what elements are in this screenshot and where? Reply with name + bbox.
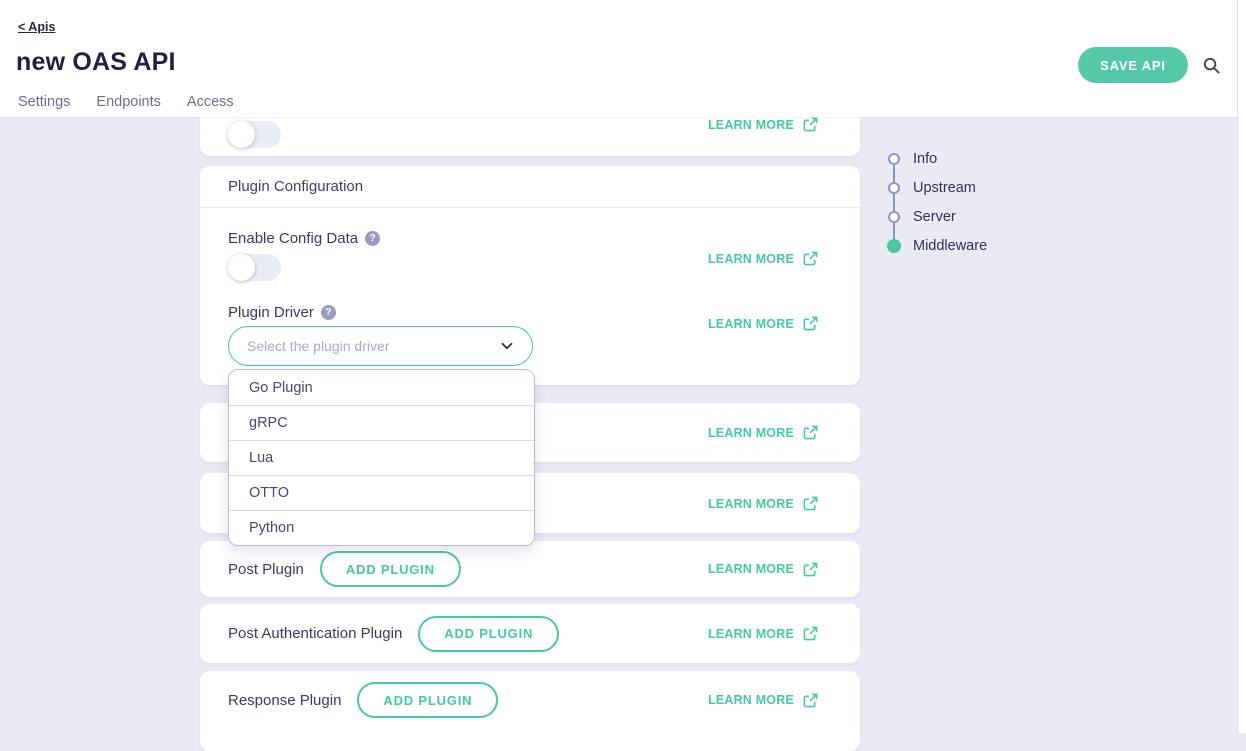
stepper-label: Server — [913, 209, 956, 225]
external-link-icon — [803, 496, 818, 511]
stepper-label: Middleware — [913, 238, 987, 254]
enable-config-data-label: Enable Config Data ? — [228, 230, 380, 247]
post-authentication-plugin-row: Post Authentication Plugin ADD PLUGIN LE… — [200, 604, 860, 663]
external-link-icon — [803, 425, 818, 440]
learn-more-link[interactable]: LEARN MORE — [708, 496, 818, 511]
add-plugin-button[interactable]: ADD PLUGIN — [320, 551, 461, 587]
plugin-driver-dropdown: Go Plugin gRPC Lua OTTO Python — [228, 369, 535, 546]
tab-bar: Settings Endpoints Access — [18, 94, 234, 110]
learn-more-label: LEARN MORE — [708, 627, 794, 641]
external-link-icon — [803, 626, 818, 641]
post-plugin-row: Post Plugin ADD PLUGIN LEARN MORE — [200, 541, 860, 597]
response-plugin-card: Response Plugin ADD PLUGIN LEARN MORE — [200, 671, 860, 751]
help-icon[interactable]: ? — [321, 305, 336, 320]
stepper-dot-wrap — [881, 182, 907, 194]
stepper-label: Info — [913, 151, 937, 167]
section-title: Plugin Configuration — [228, 178, 363, 195]
step-circle-icon — [888, 211, 900, 223]
external-link-icon — [803, 117, 818, 132]
stepper-dot-wrap — [881, 239, 907, 253]
add-plugin-button[interactable]: ADD PLUGIN — [418, 616, 559, 652]
dropdown-option-go-plugin[interactable]: Go Plugin — [229, 370, 534, 405]
post-authentication-plugin-card: Post Authentication Plugin ADD PLUGIN LE… — [200, 604, 860, 663]
stepper-dot-wrap — [881, 211, 907, 223]
learn-more-link[interactable]: LEARN MORE — [708, 693, 818, 708]
learn-more-link[interactable]: LEARN MORE — [708, 316, 818, 331]
external-link-icon — [803, 562, 818, 577]
step-circle-active-icon — [887, 239, 901, 253]
search-button[interactable] — [1200, 56, 1222, 78]
response-plugin-label: Response Plugin — [228, 692, 341, 709]
section-stepper: Info Upstream Server Middleware — [881, 144, 987, 260]
chevron-down-icon — [498, 337, 516, 355]
step-circle-icon — [888, 182, 900, 194]
stepper-item-info[interactable]: Info — [881, 144, 987, 173]
plugin-configuration-card: Plugin Configuration Enable Config Data … — [200, 166, 860, 385]
step-circle-icon — [888, 153, 900, 165]
stepper-item-server[interactable]: Server — [881, 202, 987, 231]
stepper-label: Upstream — [913, 180, 976, 196]
stepper-dot-wrap — [881, 153, 907, 165]
learn-more-label: LEARN MORE — [708, 426, 794, 440]
learn-more-label: LEARN MORE — [708, 252, 794, 266]
post-authentication-plugin-label: Post Authentication Plugin — [228, 625, 402, 642]
save-api-button[interactable]: SAVE API — [1078, 47, 1188, 83]
post-plugin-card: Post Plugin ADD PLUGIN LEARN MORE — [200, 541, 860, 597]
dropdown-option-python[interactable]: Python — [229, 510, 534, 545]
dropdown-option-grpc[interactable]: gRPC — [229, 405, 534, 440]
toggle-off[interactable] — [228, 121, 281, 148]
learn-more-link[interactable]: LEARN MORE — [708, 251, 818, 266]
plugin-driver-select[interactable]: Select the plugin driver — [228, 326, 533, 366]
plugin-driver-label: Plugin Driver ? — [228, 304, 336, 321]
external-link-icon — [803, 251, 818, 266]
page-header: < Apis new OAS API SAVE API Settings End… — [0, 0, 1246, 117]
oas-api-designer-page: LEARN MORE Plugin Configuration Enable C… — [0, 0, 1246, 733]
section-divider — [200, 207, 860, 208]
add-plugin-button[interactable]: ADD PLUGIN — [357, 682, 498, 718]
learn-more-link[interactable]: LEARN MORE — [708, 425, 818, 440]
learn-more-label: LEARN MORE — [708, 317, 794, 331]
learn-more-link[interactable]: LEARN MORE — [708, 117, 818, 132]
learn-more-label: LEARN MORE — [708, 693, 794, 707]
breadcrumb-back-to-apis[interactable]: < Apis — [18, 20, 55, 34]
learn-more-label: LEARN MORE — [708, 118, 794, 132]
learn-more-label: LEARN MORE — [708, 497, 794, 511]
response-plugin-row: Response Plugin ADD PLUGIN LEARN MORE — [200, 671, 860, 729]
page-title: new OAS API — [16, 48, 176, 77]
toggle-knob — [228, 121, 255, 148]
help-icon[interactable]: ? — [365, 231, 380, 246]
toggle-knob — [228, 254, 255, 281]
dropdown-option-otto[interactable]: OTTO — [229, 475, 534, 510]
learn-more-link[interactable]: LEARN MORE — [708, 626, 818, 641]
learn-more-label: LEARN MORE — [708, 562, 794, 576]
dropdown-option-lua[interactable]: Lua — [229, 440, 534, 475]
tab-endpoints[interactable]: Endpoints — [96, 94, 161, 110]
stepper-item-middleware[interactable]: Middleware — [881, 231, 987, 260]
external-link-icon — [803, 316, 818, 331]
enable-config-data-toggle[interactable] — [228, 254, 281, 281]
plugin-driver-text: Plugin Driver — [228, 304, 314, 321]
tab-access[interactable]: Access — [187, 94, 234, 110]
enable-config-data-text: Enable Config Data — [228, 230, 358, 247]
stepper-item-upstream[interactable]: Upstream — [881, 173, 987, 202]
search-icon — [1202, 56, 1221, 75]
post-plugin-label: Post Plugin — [228, 561, 304, 578]
external-link-icon — [803, 693, 818, 708]
tab-settings[interactable]: Settings — [18, 94, 70, 110]
select-placeholder: Select the plugin driver — [247, 338, 498, 354]
vertical-scrollbar[interactable] — [1237, 0, 1246, 733]
learn-more-link[interactable]: LEARN MORE — [708, 562, 818, 577]
